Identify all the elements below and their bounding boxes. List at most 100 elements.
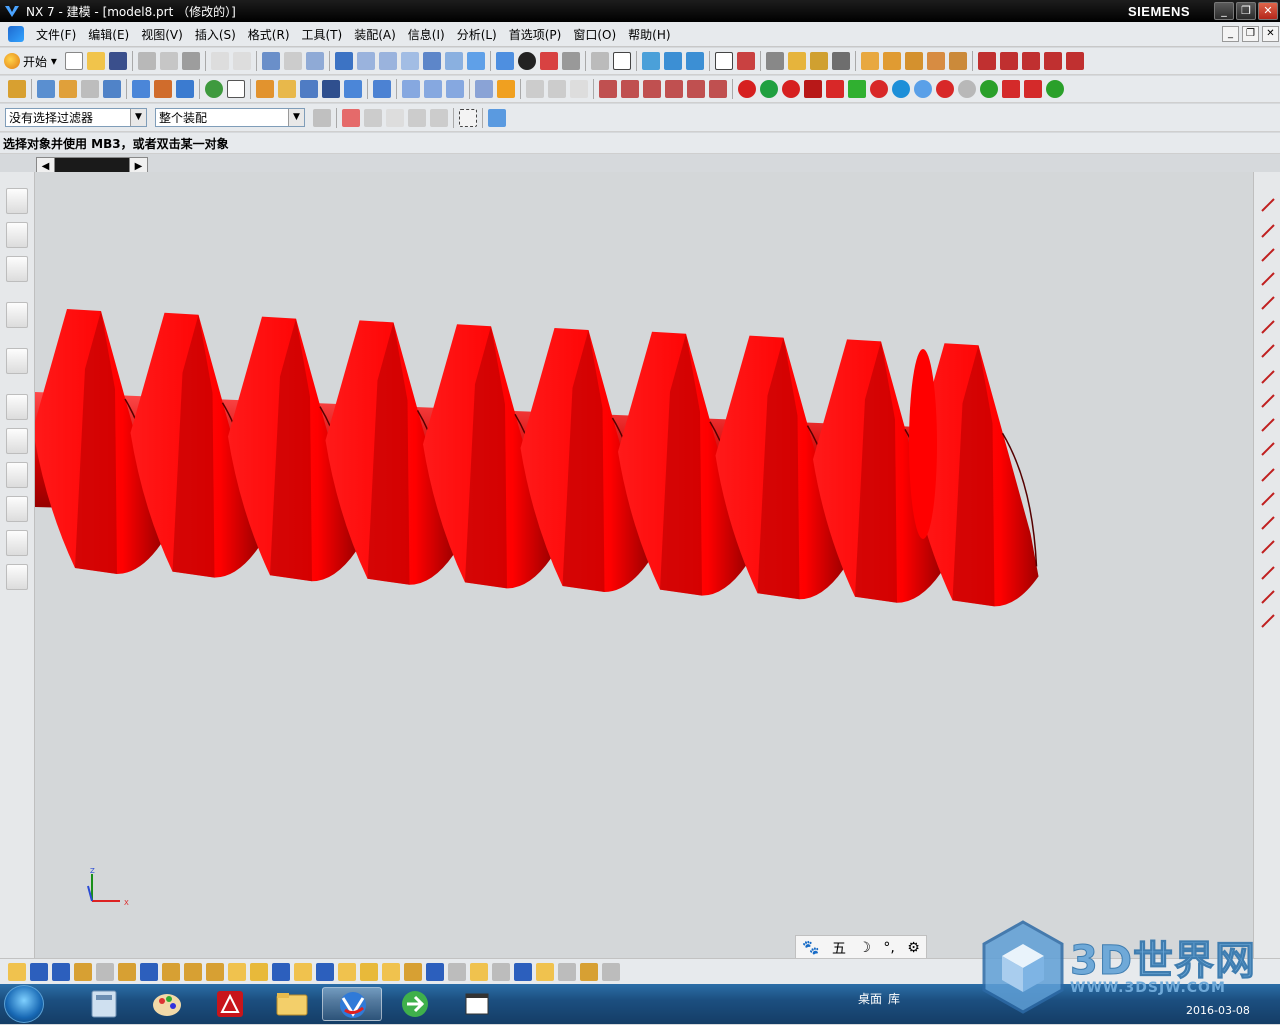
ime-settings-icon[interactable]: ⚙ (907, 940, 920, 956)
doc-minimize-button[interactable]: _ (1222, 26, 1239, 42)
revolve-icon[interactable] (59, 80, 77, 98)
edge-blend-icon[interactable] (256, 80, 274, 98)
worm-icon[interactable] (936, 80, 954, 98)
redo-icon[interactable] (232, 52, 251, 70)
menu-insert[interactable]: 插入(S) (189, 26, 242, 43)
save-icon[interactable] (108, 52, 127, 70)
filter-settings-icon[interactable] (313, 108, 331, 127)
convert-reference-icon[interactable] (470, 962, 488, 981)
part-navigator-icon[interactable] (6, 256, 28, 282)
work-layer-icon[interactable] (612, 52, 631, 70)
menu-assemblies[interactable]: 装配(A) (348, 26, 402, 43)
circle-point-icon[interactable] (1259, 490, 1277, 508)
measure-distance-icon[interactable] (765, 52, 784, 70)
copy-icon[interactable] (159, 52, 178, 70)
show-dof-icon[interactable] (448, 962, 466, 981)
start-button[interactable]: 开始 ▾ (0, 53, 63, 70)
ime-paw-icon[interactable]: 🐾 (802, 940, 819, 956)
open-folder-icon[interactable] (86, 52, 105, 70)
render-style-icon[interactable] (517, 52, 536, 70)
web-browser-icon[interactable] (6, 348, 28, 374)
rectangle-icon[interactable] (52, 962, 70, 981)
spur-gear-icon[interactable] (980, 80, 998, 98)
layer-settings-icon[interactable] (590, 52, 609, 70)
ellipse-icon[interactable] (1259, 564, 1277, 582)
datum-plane-icon[interactable] (227, 80, 245, 98)
roles-icon[interactable] (6, 530, 28, 556)
derived-line-icon[interactable] (338, 962, 356, 981)
parabola-icon[interactable] (1259, 588, 1277, 606)
bevel-gear-icon[interactable] (1002, 80, 1020, 98)
wcs-orient-icon[interactable] (663, 52, 682, 70)
explode-icon[interactable] (948, 52, 967, 70)
relations-browser-icon[interactable] (536, 962, 554, 981)
system-materials-icon[interactable] (6, 428, 28, 454)
menu-file[interactable]: 文件(F) (30, 26, 82, 43)
library-toolbar-label[interactable]: 库 (888, 990, 900, 1007)
ring-icon[interactable] (870, 80, 888, 98)
zoom-in-out-icon[interactable] (400, 52, 419, 70)
ime-punct-icon[interactable]: °, (883, 940, 894, 956)
arc-start-icon[interactable] (1259, 368, 1277, 386)
zoom-icon[interactable] (378, 52, 397, 70)
task-acrobat[interactable] (200, 987, 260, 1021)
palette-icon[interactable] (6, 462, 28, 488)
feature-selection-icon[interactable] (364, 108, 382, 127)
menu-preferences[interactable]: 首选项(P) (503, 26, 568, 43)
unite-icon[interactable] (205, 80, 223, 98)
boss-icon[interactable] (154, 80, 172, 98)
process-studio-icon[interactable] (6, 496, 28, 522)
mirror-icon[interactable] (184, 962, 202, 981)
sweep-icon[interactable] (81, 80, 99, 98)
system-scenes-icon[interactable] (6, 564, 28, 590)
infer-settings-icon[interactable] (514, 962, 532, 981)
extract-curve-icon[interactable] (665, 80, 683, 98)
task-browser[interactable] (385, 987, 445, 1021)
auto-constrain-icon[interactable] (426, 962, 444, 981)
cylinder-icon[interactable] (804, 80, 822, 98)
circle-icon[interactable] (74, 962, 92, 981)
tangent-line-icon[interactable] (1259, 270, 1277, 288)
snap-point-icon[interactable] (714, 52, 733, 70)
quick-extend-icon[interactable] (382, 962, 400, 981)
curve-icon[interactable] (977, 52, 996, 70)
line-icon[interactable] (1259, 196, 1277, 214)
repeat-command-icon[interactable] (283, 52, 302, 70)
menu-edit[interactable]: 编辑(E) (82, 26, 135, 43)
doc-restore-button[interactable]: ❐ (1242, 26, 1259, 42)
select-all-icon[interactable] (488, 108, 506, 127)
offset-face-icon[interactable] (402, 80, 420, 98)
reattach-icon[interactable] (602, 962, 620, 981)
trim-body-icon[interactable] (373, 80, 391, 98)
move-component-icon[interactable] (926, 52, 945, 70)
trim-icon[interactable] (140, 962, 158, 981)
thicken-icon[interactable] (475, 80, 493, 98)
fillet-curve-icon[interactable] (1259, 416, 1277, 434)
graphics-window[interactable] (35, 172, 1253, 958)
task-window[interactable] (447, 987, 507, 1021)
desktop-toolbar-label[interactable]: 桌面 (858, 990, 882, 1007)
draft-icon[interactable] (322, 80, 340, 98)
menu-information[interactable]: 信息(I) (402, 26, 451, 43)
snap-point-filter-icon[interactable] (342, 108, 360, 127)
block-icon[interactable] (176, 80, 194, 98)
gear-red-icon[interactable] (738, 80, 756, 98)
task-calculator[interactable] (74, 987, 134, 1021)
doc-close-button[interactable]: ✕ (1262, 26, 1279, 42)
wcs-icon[interactable] (641, 52, 660, 70)
start-orb-icon[interactable] (4, 985, 44, 1023)
spline-icon[interactable] (1259, 294, 1277, 312)
type-filter-select[interactable]: 没有选择过滤器 ▼ (5, 108, 147, 127)
arc-icon[interactable] (96, 962, 114, 981)
cut-icon[interactable] (137, 52, 156, 70)
constraint-icon[interactable] (250, 962, 268, 981)
snap-end-icon[interactable] (736, 52, 755, 70)
line-icon[interactable] (999, 52, 1018, 70)
close-button[interactable]: ✕ (1258, 2, 1278, 20)
menu-analysis[interactable]: 分析(L) (451, 26, 503, 43)
fillet-icon[interactable] (118, 962, 136, 981)
offset-icon[interactable] (206, 962, 224, 981)
pattern-icon[interactable] (344, 80, 362, 98)
constraints-icon[interactable] (904, 52, 923, 70)
task-paint[interactable] (137, 987, 197, 1021)
